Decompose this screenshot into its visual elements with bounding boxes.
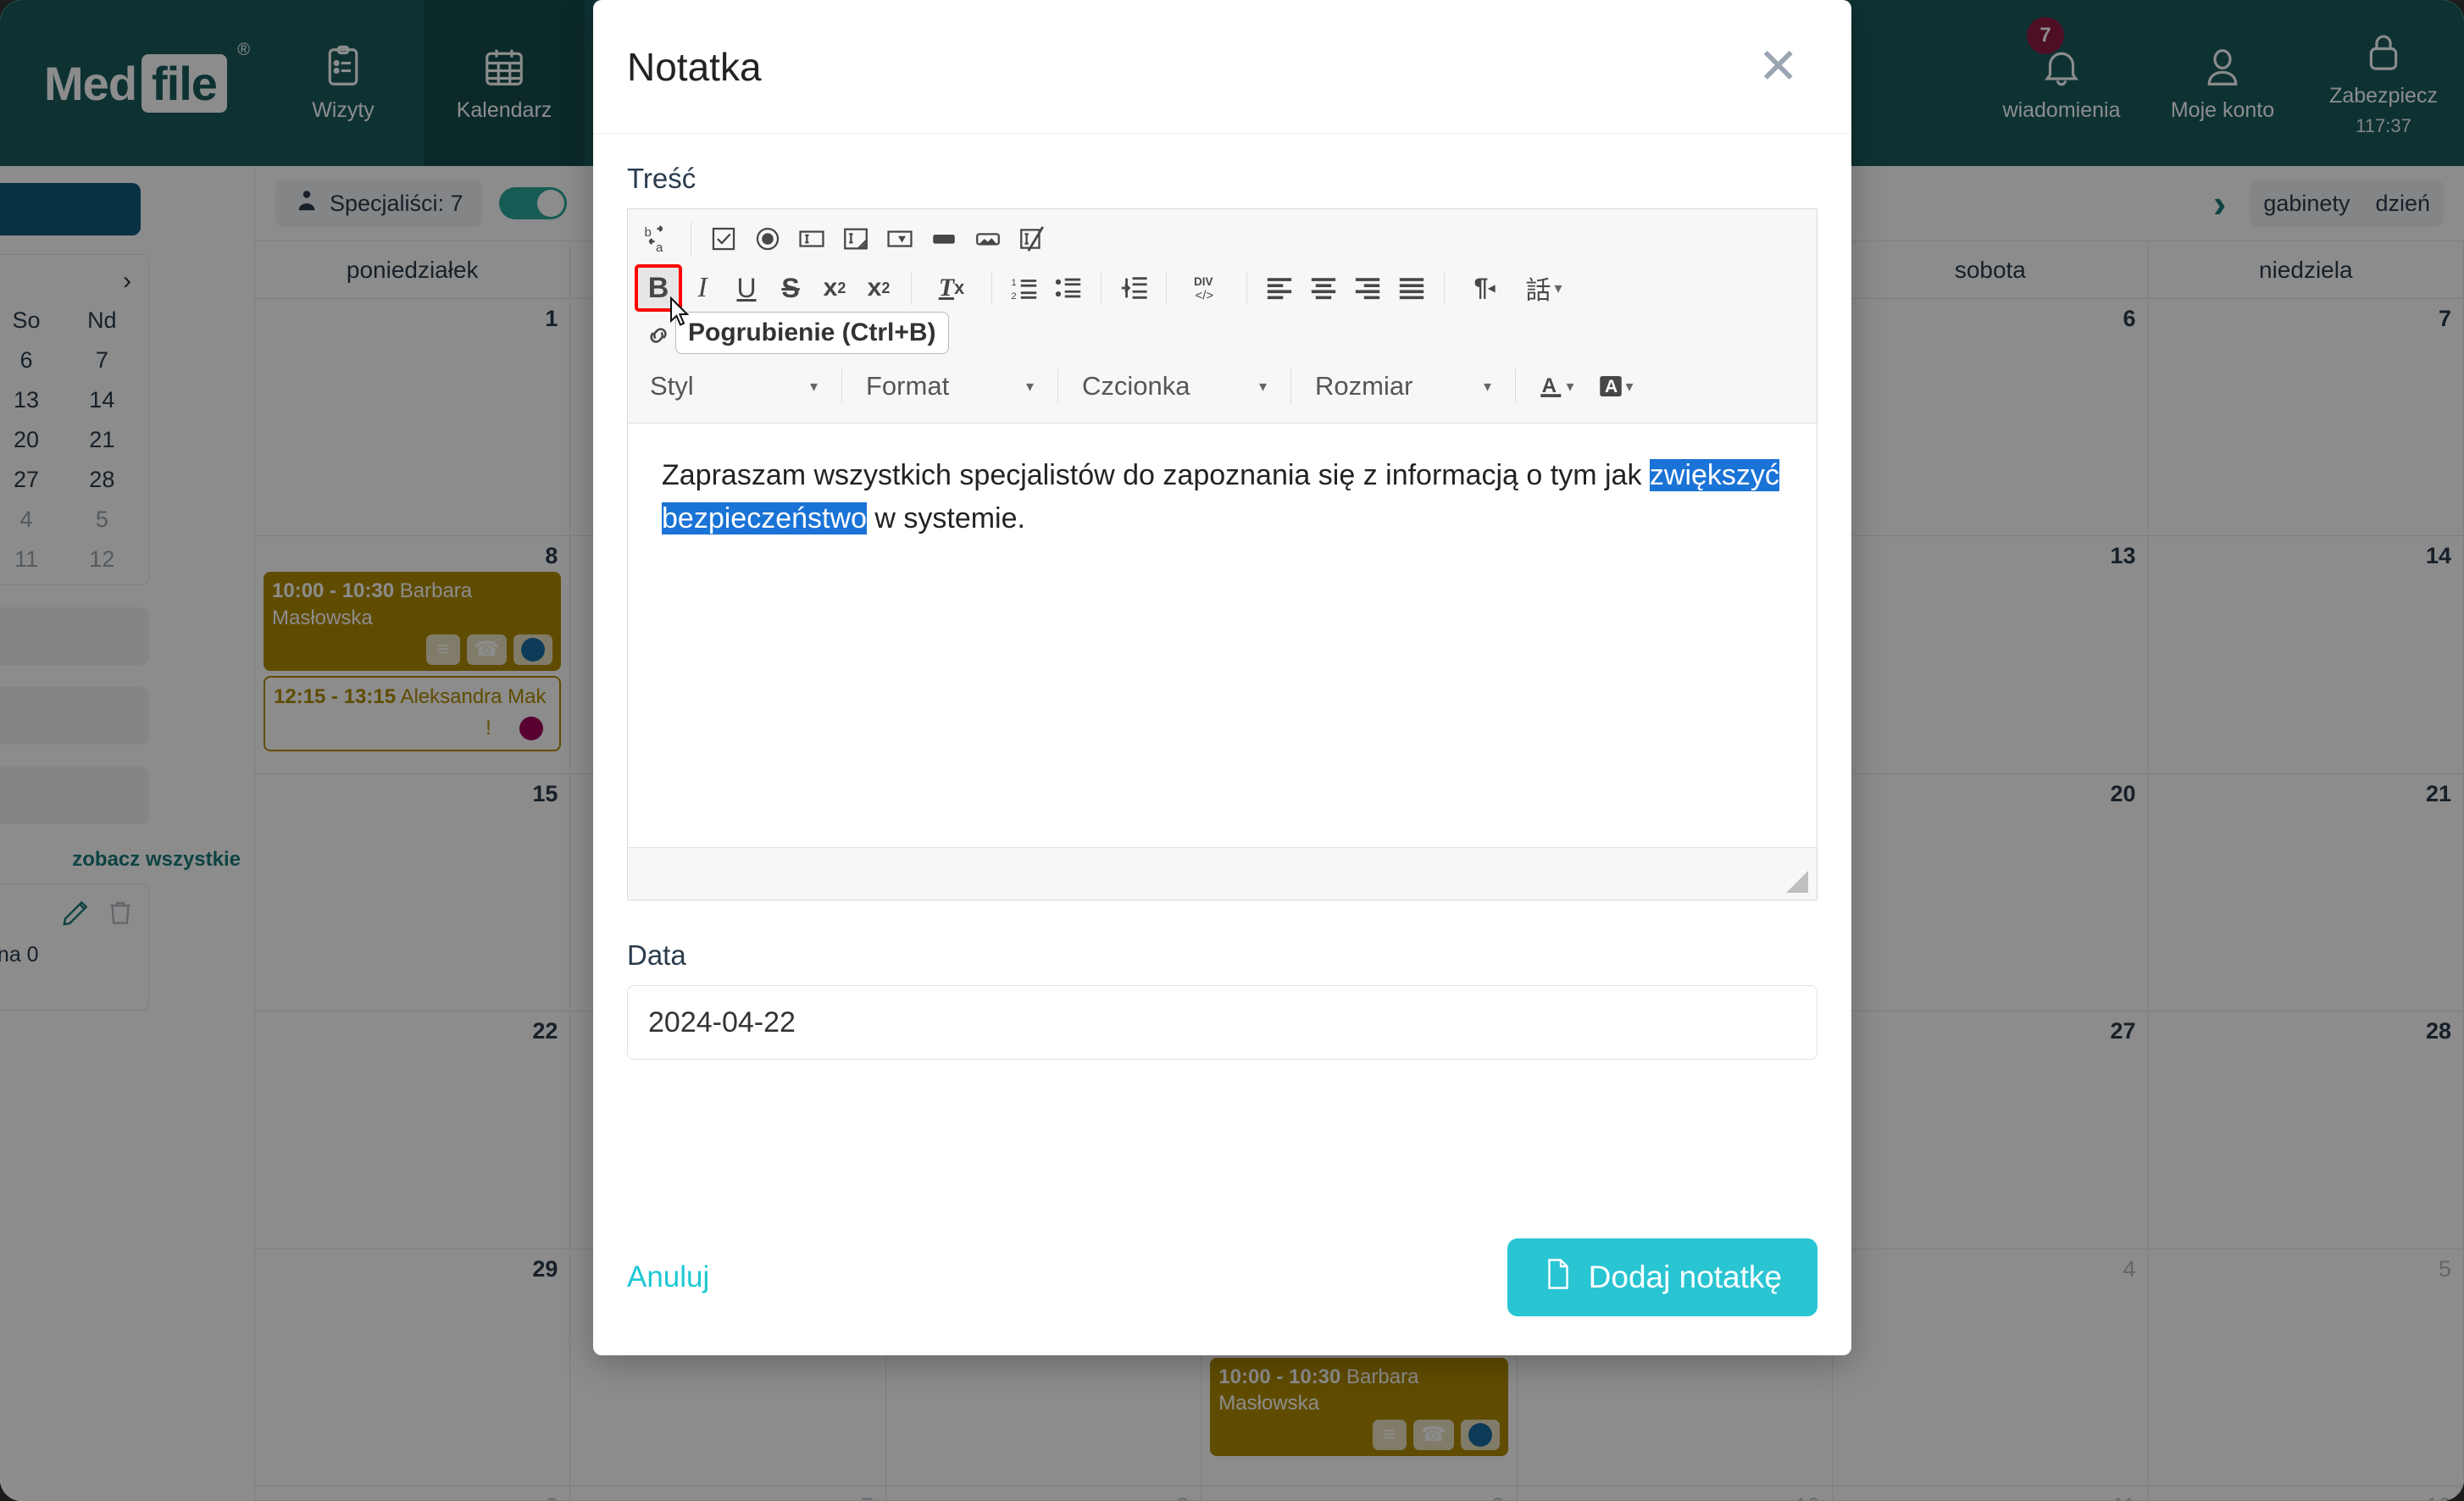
toolbar-separator <box>1290 369 1291 403</box>
text-direction-button[interactable]: ¶ ◂ <box>1455 266 1514 310</box>
toolbar-separator <box>841 369 842 403</box>
numbered-list-button[interactable]: 1 2 <box>1002 266 1046 310</box>
strikethrough-button[interactable]: S <box>769 266 813 310</box>
toolbar-row-4: Styl ▾ Format ▾ Czcionka ▾ Rozmiar ▾ A ▾… <box>636 358 1808 414</box>
svg-text:DIV: DIV <box>1194 275 1213 288</box>
add-note-label: Dodaj notatkę <box>1588 1260 1782 1294</box>
editor-footer <box>628 847 1817 900</box>
button-field-icon[interactable] <box>922 217 966 261</box>
app-root: Med file ® Wizyty Kalendarz 7 wiadomieni… <box>0 0 2464 1501</box>
checkbox-field-icon[interactable] <box>702 217 746 261</box>
toolbar-separator <box>1515 369 1516 403</box>
align-justify-button[interactable] <box>1390 266 1434 310</box>
format-dropdown-label: Format <box>866 371 950 401</box>
cancel-button[interactable]: Anuluj <box>627 1260 709 1294</box>
size-dropdown[interactable]: Rozmiar ▾ <box>1301 367 1505 406</box>
mouse-cursor-icon <box>669 296 691 327</box>
font-dropdown[interactable]: Czcionka ▾ <box>1068 367 1280 406</box>
style-dropdown[interactable]: Styl ▾ <box>636 367 831 406</box>
align-left-button[interactable] <box>1257 266 1301 310</box>
div-container-button[interactable]: DIV </> <box>1177 266 1236 310</box>
toolbar-separator <box>1444 271 1445 305</box>
toolbar-separator <box>1101 271 1102 305</box>
date-input-value: 2024-04-22 <box>648 1005 796 1039</box>
text-color-button[interactable]: A ▾ <box>1526 364 1585 408</box>
toolbar-separator <box>991 271 992 305</box>
subscript-button[interactable]: x2 <box>813 266 857 310</box>
background-color-button[interactable]: A ▾ <box>1585 364 1645 408</box>
editor-text-before: Zapraszam wszystkich specjalistów do zap… <box>662 459 1650 491</box>
hidden-field-icon[interactable] <box>1010 217 1054 261</box>
add-note-button[interactable]: Dodaj notatkę <box>1507 1238 1817 1316</box>
svg-text:1: 1 <box>1011 278 1016 288</box>
svg-text:b: b <box>645 225 652 240</box>
bold-tooltip: Pogrubienie (Ctrl+B) <box>675 312 949 354</box>
toolbar-row-1: b a <box>636 214 1808 263</box>
superscript-button[interactable]: x2 <box>857 266 901 310</box>
bidi-rtl-icon[interactable]: b a <box>636 217 680 261</box>
svg-text:a: a <box>656 241 663 254</box>
language-button[interactable]: 話 ▾ <box>1514 266 1573 310</box>
toolbar-row-2: B Pogrubienie (Ctrl+B) I U S x2 x2 T x 1… <box>635 263 1808 354</box>
toolbar-separator <box>1246 271 1247 305</box>
chevron-down-icon: ▾ <box>1483 377 1491 395</box>
date-field-label: Data <box>627 939 686 971</box>
select-field-icon[interactable] <box>878 217 922 261</box>
editor-text-after: w systemie. <box>866 502 1025 534</box>
chevron-down-icon: ▾ <box>809 377 818 395</box>
svg-text:A: A <box>1605 376 1618 396</box>
editor-paragraph: Zapraszam wszystkich specjalistów do zap… <box>662 454 1783 540</box>
modal-header: Notatka ✕ <box>593 0 1851 134</box>
content-field-label: Treść <box>627 163 696 194</box>
bulleted-list-button[interactable] <box>1046 266 1090 310</box>
size-dropdown-label: Rozmiar <box>1315 371 1413 401</box>
chevron-down-icon: ▾ <box>1258 377 1267 395</box>
date-input[interactable]: 2024-04-22 <box>627 985 1817 1060</box>
document-icon <box>1543 1257 1573 1299</box>
close-icon[interactable]: ✕ <box>1757 42 1799 91</box>
image-button-icon[interactable] <box>966 217 1010 261</box>
decrease-indent-button[interactable] <box>1112 266 1156 310</box>
align-center-button[interactable] <box>1301 266 1346 310</box>
editor-toolbar: b a B Pogrubienie (Ctrl+B) I U S x 2 x 2… <box>628 209 1817 424</box>
rich-text-editor: b a B Pogrubienie (Ctrl+B) I U S x 2 x 2… <box>627 208 1817 900</box>
toolbar-separator <box>1057 369 1058 403</box>
modal-footer: Anuluj Dodaj notatkę <box>593 1238 1851 1355</box>
underline-button[interactable]: U <box>724 266 769 310</box>
svg-text:2: 2 <box>1011 291 1016 302</box>
style-dropdown-label: Styl <box>650 371 694 401</box>
resize-handle-icon[interactable] <box>1786 871 1808 893</box>
editor-content-area[interactable]: Zapraszam wszystkich specjalistów do zap… <box>628 424 1817 847</box>
svg-text:A: A <box>1542 374 1557 397</box>
textarea-field-icon[interactable] <box>834 217 878 261</box>
remove-format-button[interactable]: Tx <box>922 266 981 310</box>
page-title: Notatka <box>627 44 762 89</box>
toolbar-separator <box>1166 271 1167 305</box>
toolbar-separator <box>911 271 912 305</box>
note-modal: Notatka ✕ Treść b a B Pogrubienie (Ctrl+… <box>593 0 1851 1355</box>
text-field-icon[interactable] <box>790 217 834 261</box>
svg-text:</>: </> <box>1196 289 1214 303</box>
format-dropdown[interactable]: Format ▾ <box>852 367 1047 406</box>
bold-button[interactable]: B Pogrubienie (Ctrl+B) <box>635 264 949 354</box>
chevron-down-icon: ▾ <box>1025 377 1034 395</box>
align-right-button[interactable] <box>1346 266 1390 310</box>
radio-field-icon[interactable] <box>746 217 790 261</box>
font-dropdown-label: Czcionka <box>1082 371 1190 401</box>
modal-body: Treść b a B Pogrubienie (Ctrl+B) I U S x… <box>593 134 1851 1238</box>
